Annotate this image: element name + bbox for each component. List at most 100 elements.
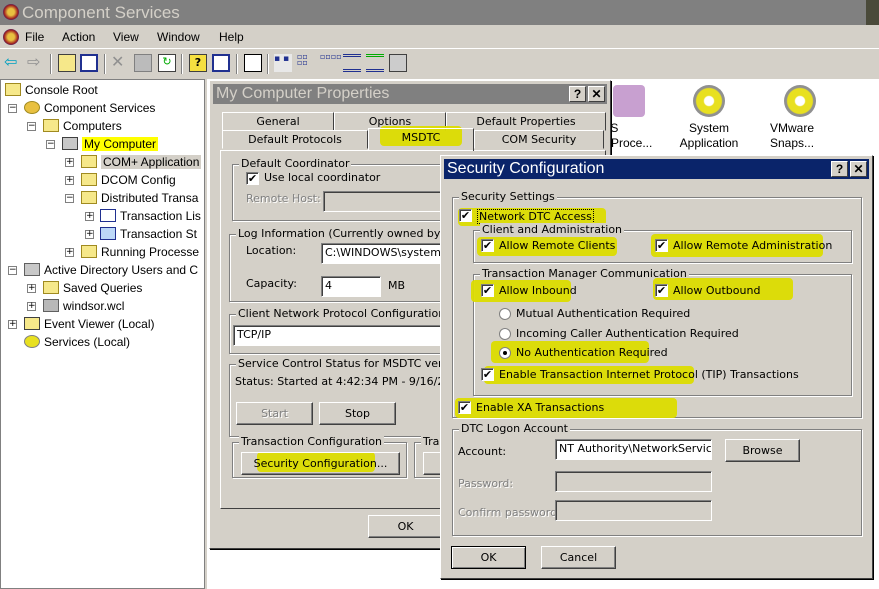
account-input[interactable]: NT Authority\NetworkService [555, 439, 712, 460]
back-icon[interactable]: ⇦ [4, 54, 22, 72]
computer-icon[interactable] [389, 54, 407, 72]
tree-item-distributed-transaction[interactable]: Distributed Transa [81, 189, 198, 207]
help-icon[interactable]: ? [189, 54, 207, 72]
password-input[interactable] [555, 471, 712, 492]
confirm-password-input[interactable] [555, 500, 712, 521]
help-button[interactable]: ? [569, 86, 586, 102]
dtc-logon-account-group: DTC Logon Account Account: NT Authority\… [452, 422, 862, 536]
collapse-icon[interactable]: − [65, 194, 74, 203]
enable-tip-label: Enable Transaction Internet Protocol (TI… [499, 368, 799, 381]
folder-icon [43, 281, 59, 294]
expand-icon[interactable]: + [8, 320, 17, 329]
expand-icon[interactable]: + [27, 284, 36, 293]
folder-icon [43, 119, 59, 132]
expand-icon[interactable]: + [65, 176, 74, 185]
menu-file[interactable]: File [25, 30, 44, 44]
tab-msdtc[interactable]: MSDTC [368, 128, 474, 151]
capacity-input[interactable]: 4 [321, 276, 381, 297]
expand-icon[interactable]: + [85, 212, 94, 221]
list-item-system-application[interactable]: System Application [679, 85, 739, 151]
ok-button[interactable]: OK [368, 515, 443, 538]
tab-default-protocols[interactable]: Default Protocols [222, 130, 368, 149]
security-configuration-button[interactable]: Security Configuration... [241, 452, 400, 475]
up-folder-icon[interactable] [58, 54, 76, 72]
tree-item-running-processes[interactable]: Running Processe [81, 243, 199, 261]
domain-icon [43, 299, 59, 312]
action-pane-icon[interactable] [212, 54, 230, 72]
security-configuration-dialog: Security Configuration ? ✕ Security Sett… [440, 155, 873, 579]
allow-remote-administration-label: Allow Remote Administration [673, 239, 833, 252]
use-local-coordinator-label: Use local coordinator [264, 171, 381, 184]
transaction-list-icon [100, 209, 116, 222]
tree-item-transaction-list[interactable]: Transaction Lis [100, 207, 201, 225]
menu-action[interactable]: Action [62, 30, 95, 44]
menu-view[interactable]: View [113, 30, 139, 44]
properties-icon[interactable] [134, 54, 152, 72]
tree-item-component-services[interactable]: Component Services [24, 99, 155, 117]
collapse-icon[interactable]: − [27, 122, 36, 131]
services-gear-icon [24, 335, 40, 348]
no-authentication-radio[interactable] [499, 347, 511, 359]
system-menu-icon[interactable] [3, 29, 19, 45]
large-icons-icon[interactable]: ▪ ▪ [274, 54, 292, 72]
menu-help[interactable]: Help [219, 30, 244, 44]
delete-icon[interactable]: ✕ [111, 54, 129, 72]
enable-tip-checkbox[interactable]: ✔ [481, 368, 494, 381]
tree-item-dcom-config[interactable]: DCOM Config [81, 171, 176, 189]
help-button[interactable]: ? [831, 161, 848, 177]
allow-inbound-checkbox[interactable]: ✔ [481, 284, 494, 297]
allow-remote-administration-checkbox[interactable]: ✔ [655, 239, 668, 252]
cancel-button[interactable]: Cancel [541, 546, 616, 569]
collapse-icon[interactable]: − [8, 266, 17, 275]
collapse-icon[interactable]: − [46, 140, 55, 149]
tab-general[interactable]: General [222, 112, 334, 131]
tree-item-saved-queries[interactable]: Saved Queries [43, 279, 142, 297]
incoming-caller-authentication-radio[interactable] [499, 328, 511, 340]
no-authentication-label: No Authentication Required [516, 346, 668, 359]
menu-window[interactable]: Window [157, 30, 200, 44]
detail-green-icon[interactable] [366, 54, 384, 72]
use-local-coordinator-checkbox[interactable]: ✔ [246, 172, 259, 185]
close-button[interactable]: ✕ [588, 86, 605, 102]
tree-item-console-root[interactable]: Console Root [5, 81, 98, 99]
forward-icon[interactable]: ⇨ [27, 54, 45, 72]
stop-button[interactable]: Stop [319, 402, 396, 425]
tab-com-security[interactable]: COM Security [474, 130, 604, 149]
expand-icon[interactable]: + [27, 302, 36, 311]
network-dtc-access-checkbox[interactable]: ✔ [459, 209, 472, 222]
list-item-vmware-snapshot[interactable]: VMware Snaps... [770, 85, 830, 151]
mutual-authentication-radio[interactable] [499, 308, 511, 320]
list-icon[interactable]: ▫▫▫▫ [320, 53, 342, 72]
background-window [866, 0, 879, 25]
expand-icon[interactable]: + [85, 230, 94, 239]
new-window-icon[interactable] [244, 54, 262, 72]
tree-item-event-viewer[interactable]: Event Viewer (Local) [24, 315, 155, 333]
tree-item-computers[interactable]: Computers [43, 117, 122, 135]
tree-item-com-applications[interactable]: COM+ Application [81, 153, 202, 171]
tree-item-domain[interactable]: windsor.wcl [43, 297, 124, 315]
expand-icon[interactable]: + [65, 248, 74, 257]
tree-item-active-directory[interactable]: Active Directory Users and C [24, 261, 198, 279]
enable-xa-checkbox[interactable]: ✔ [458, 401, 471, 414]
menu-bar: File Action View Window Help [0, 25, 879, 49]
folder-icon [81, 155, 97, 168]
collapse-icon[interactable]: − [8, 104, 17, 113]
tree-item-transaction-statistics[interactable]: Transaction St [100, 225, 197, 243]
show-tree-icon[interactable] [80, 54, 98, 72]
close-button[interactable]: ✕ [850, 161, 867, 177]
allow-remote-clients-checkbox[interactable]: ✔ [481, 239, 494, 252]
dialog-title-bar: Security Configuration ? ✕ [444, 159, 869, 179]
detail-icon[interactable] [343, 54, 361, 72]
expand-icon[interactable]: + [65, 158, 74, 167]
list-item-is-process[interactable]: IS -Proce... [607, 85, 657, 151]
small-icons-icon[interactable]: ▫▫ ▫▫ [297, 53, 315, 72]
tree-item-services[interactable]: Services (Local) [24, 333, 130, 351]
allow-outbound-checkbox[interactable]: ✔ [655, 284, 668, 297]
transaction-manager-communication-group: Transaction Manager Communication ✔ Allo… [471, 267, 852, 396]
browse-button[interactable]: Browse [725, 439, 800, 462]
refresh-icon[interactable]: ↻ [158, 54, 176, 72]
tree-item-my-computer[interactable]: My Computer [62, 135, 159, 153]
folder-icon [81, 245, 97, 258]
start-button[interactable]: Start [236, 402, 313, 425]
ok-button[interactable]: OK [451, 546, 526, 569]
